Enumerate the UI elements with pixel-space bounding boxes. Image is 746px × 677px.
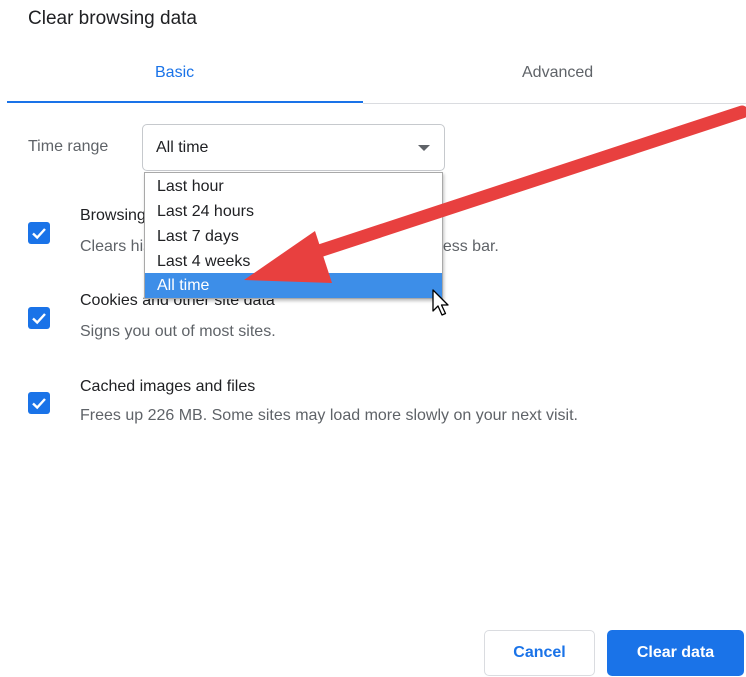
cookies-row[interactable]: Cookies and other site data Signs you ou… xyxy=(0,292,746,352)
checkmark-icon xyxy=(32,313,46,325)
checkmark-icon xyxy=(32,228,46,240)
dropdown-option-last-24-hours[interactable]: Last 24 hours xyxy=(145,199,442,224)
dropdown-option-all-time[interactable]: All time xyxy=(145,273,442,298)
dropdown-option-last-hour[interactable]: Last hour xyxy=(145,174,442,199)
active-tab-indicator xyxy=(7,101,363,103)
clear-data-button[interactable]: Clear data xyxy=(607,630,744,676)
time-range-dropdown-list: Last hour Last 24 hours Last 7 days Last… xyxy=(144,172,443,299)
time-range-label: Time range xyxy=(28,138,109,155)
mouse-cursor-icon xyxy=(432,289,449,316)
time-range-selected-value: All time xyxy=(156,139,209,156)
tab-basic[interactable]: Basic xyxy=(155,64,194,82)
cached-images-row[interactable]: Cached images and files Frees up 226 MB.… xyxy=(0,378,746,438)
dialog-title: Clear browsing data xyxy=(28,8,197,29)
dropdown-option-last-7-days[interactable]: Last 7 days xyxy=(145,224,442,249)
cached-images-title: Cached images and files xyxy=(80,378,256,395)
time-range-select[interactable]: All time xyxy=(142,124,445,171)
checkmark-icon xyxy=(32,398,46,410)
chevron-down-icon xyxy=(418,145,430,151)
tab-advanced[interactable]: Advanced xyxy=(522,64,593,82)
dropdown-option-last-4-weeks[interactable]: Last 4 weeks xyxy=(145,249,442,274)
cached-images-description: Frees up 226 MB. Some sites may load mor… xyxy=(80,407,578,424)
cookies-checkbox[interactable] xyxy=(28,307,50,329)
browsing-history-checkbox[interactable] xyxy=(28,222,50,244)
cookies-description: Signs you out of most sites. xyxy=(80,323,276,340)
cancel-button[interactable]: Cancel xyxy=(484,630,595,676)
tab-divider xyxy=(363,103,746,104)
cached-images-checkbox[interactable] xyxy=(28,392,50,414)
